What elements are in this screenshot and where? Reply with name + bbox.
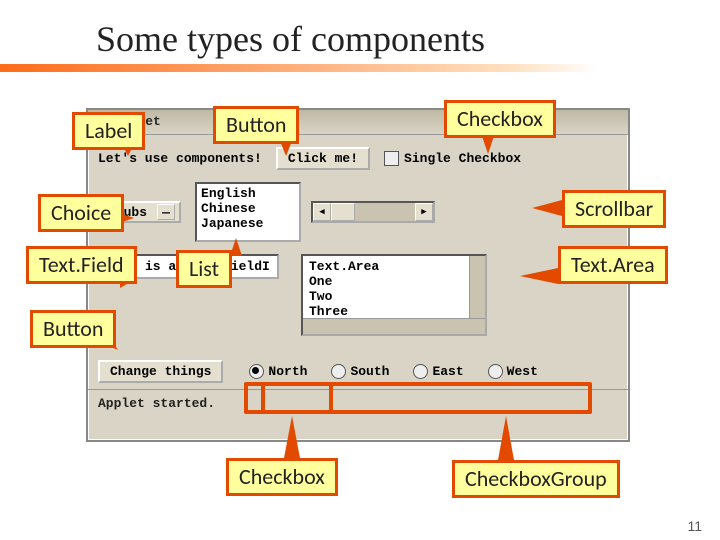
radio-south-label: South bbox=[350, 364, 389, 379]
callout-choice: Choice bbox=[38, 194, 124, 232]
callout-checkbox-bottom: Checkbox bbox=[226, 458, 338, 496]
language-list[interactable]: English Chinese Japanese bbox=[195, 182, 301, 242]
highlight-radio-group bbox=[244, 382, 592, 414]
scroll-left-icon[interactable]: ◀ bbox=[313, 203, 331, 221]
callout-button-top: Button bbox=[213, 106, 299, 144]
slide-title: Some types of components bbox=[96, 18, 485, 60]
list-item[interactable]: English bbox=[201, 186, 295, 201]
radio-east[interactable] bbox=[413, 364, 428, 379]
callout-textfield: Text.Field bbox=[26, 246, 137, 284]
radio-north[interactable] bbox=[249, 364, 264, 379]
caret-icon: I bbox=[262, 259, 270, 274]
title-underline bbox=[0, 64, 600, 72]
callout-checkbox-top: Checkbox bbox=[444, 100, 556, 138]
single-checkbox-label: Single Checkbox bbox=[404, 151, 521, 166]
page-number: 11 bbox=[687, 518, 702, 534]
radio-west-label: West bbox=[507, 364, 538, 379]
textarea-line: Text.Area bbox=[309, 259, 479, 274]
radio-south[interactable] bbox=[331, 364, 346, 379]
scroll-right-icon[interactable]: ▶ bbox=[415, 203, 433, 221]
radio-north-label: North bbox=[268, 364, 307, 379]
callout-textarea: Text.Area bbox=[558, 246, 668, 284]
callout-scrollbar: Scrollbar bbox=[562, 190, 666, 228]
list-item[interactable]: Chinese bbox=[201, 201, 295, 216]
pointer-icon bbox=[498, 416, 514, 460]
radio-west[interactable] bbox=[488, 364, 503, 379]
horizontal-scrollbar[interactable]: ◀ ▶ bbox=[311, 201, 435, 223]
single-checkbox[interactable] bbox=[384, 151, 399, 166]
pointer-icon bbox=[284, 416, 300, 458]
list-item[interactable]: Japanese bbox=[201, 216, 295, 231]
textarea-line: Two bbox=[309, 289, 479, 304]
radio-east-label: East bbox=[432, 364, 463, 379]
textarea-hscroll[interactable] bbox=[303, 318, 485, 334]
pointer-icon bbox=[520, 268, 558, 284]
callout-checkboxgroup: CheckboxGroup bbox=[452, 460, 620, 498]
scrollbar-track[interactable] bbox=[355, 203, 415, 221]
textarea-line: Three bbox=[309, 304, 479, 319]
dropdown-icon: — bbox=[157, 204, 175, 220]
scrollbar-thumb[interactable] bbox=[331, 203, 355, 221]
textarea-line: One bbox=[309, 274, 479, 289]
callout-list: List bbox=[176, 250, 232, 288]
callout-button-left: Button bbox=[30, 310, 116, 348]
pointer-icon bbox=[532, 200, 562, 216]
callout-label: Label bbox=[72, 112, 145, 150]
change-things-button[interactable]: Change things bbox=[98, 360, 223, 383]
demo-textarea[interactable]: Text.Area One Two Three bbox=[301, 254, 487, 336]
